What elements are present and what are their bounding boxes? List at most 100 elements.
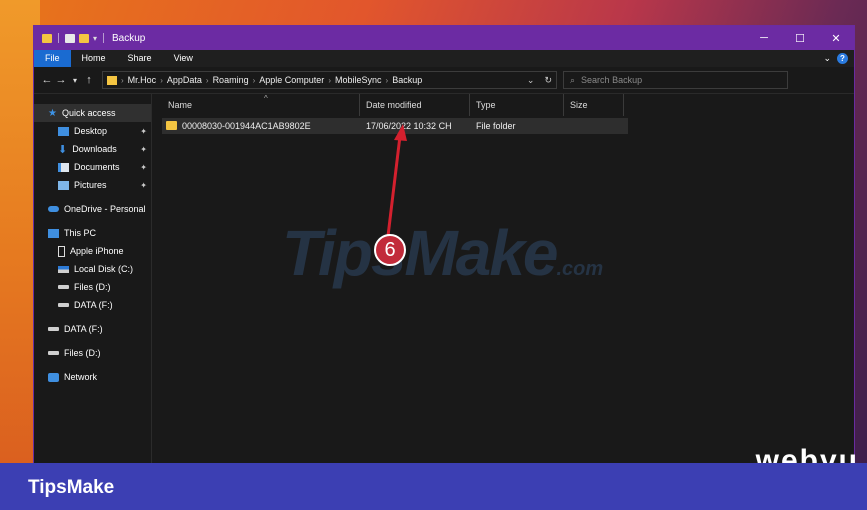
breadcrumb-separator: ›	[160, 75, 163, 85]
search-icon: ⌕	[570, 74, 576, 85]
document-icon	[58, 162, 69, 172]
desktop-icon	[58, 126, 69, 136]
breadcrumb-roaming[interactable]: Roaming	[213, 75, 249, 85]
sidebar-item-pictures[interactable]: Pictures ✦	[34, 176, 151, 194]
up-button[interactable]: ↑	[82, 74, 96, 86]
title-bar: ▾ Backup ─ ☐ ✕	[34, 26, 854, 50]
sidebar-item-label: Pictures	[74, 180, 107, 190]
search-input[interactable]: ⌕ Search Backup	[563, 71, 788, 89]
cloud-icon	[48, 206, 59, 212]
refresh-icon[interactable]: ↻	[544, 75, 552, 86]
pin-icon: ✦	[140, 144, 147, 154]
column-label: Size	[570, 100, 588, 110]
help-icon[interactable]: ?	[837, 53, 848, 64]
drive-icon	[58, 303, 69, 307]
sidebar-item-onedrive[interactable]: OneDrive - Personal	[34, 200, 151, 218]
computer-icon	[48, 228, 59, 238]
pictures-icon	[58, 180, 69, 190]
sidebar-item-downloads[interactable]: ⬇ Downloads ✦	[34, 140, 151, 158]
address-bar[interactable]: › Mr.Hoc › AppData › Roaming › Apple Com…	[102, 71, 557, 89]
breadcrumb-mrhoc[interactable]: Mr.Hoc	[128, 75, 157, 85]
sidebar-item-label: DATA (F:)	[74, 300, 113, 310]
sidebar-item-data-f[interactable]: DATA (F:)	[34, 296, 151, 314]
pin-icon: ✦	[140, 180, 147, 190]
system-drive-icon	[58, 265, 69, 273]
breadcrumb-separator: ›	[205, 75, 209, 85]
window-controls: ─ ☐ ✕	[746, 32, 854, 45]
sidebar-item-local-disk-c[interactable]: Local Disk (C:)	[34, 260, 151, 278]
sidebar-item-label: This PC	[64, 228, 97, 238]
drive-icon	[58, 285, 69, 289]
sidebar-item-label: Documents	[74, 162, 120, 172]
navigation-bar: ← → ▾ ↑ › Mr.Hoc › AppData › Roaming › A…	[34, 67, 854, 94]
sidebar-item-files-d[interactable]: Files (D:)	[34, 278, 151, 296]
annotation-arrow	[386, 124, 407, 237]
sidebar-item-documents[interactable]: Documents ✦	[34, 158, 151, 176]
forward-button[interactable]: →	[54, 74, 68, 86]
breadcrumb-backup[interactable]: Backup	[392, 75, 422, 85]
tab-share[interactable]: Share	[117, 50, 163, 67]
maximize-button[interactable]: ☐	[782, 32, 818, 45]
drive-icon	[48, 327, 59, 331]
sidebar-item-label: OneDrive - Personal	[64, 204, 146, 214]
sidebar-item-data-f-drive[interactable]: DATA (F:)	[34, 320, 151, 338]
sidebar-item-label: Downloads	[72, 144, 117, 154]
star-icon: ★	[48, 107, 57, 119]
sidebar-item-label: Files (D:)	[64, 348, 101, 358]
navigation-pane: ★ Quick access Desktop ✦ ⬇ Downloads ✦ D…	[34, 94, 152, 466]
recent-locations-button[interactable]: ▾	[68, 76, 82, 85]
sidebar-item-network[interactable]: Network	[34, 368, 151, 386]
footer-banner: TipsMake	[0, 463, 867, 510]
sidebar-item-label: Local Disk (C:)	[74, 264, 134, 274]
breadcrumb-separator: ›	[252, 75, 256, 85]
customize-toolbar-icon[interactable]: ▾	[93, 34, 97, 43]
search-placeholder: Search Backup	[581, 75, 643, 85]
file-explorer-window: ▾ Backup ─ ☐ ✕ File Home Share View ⌄ ? …	[33, 25, 855, 467]
column-header-size[interactable]: Size	[564, 94, 624, 116]
back-button[interactable]: ←	[40, 74, 54, 86]
ribbon-tabs: File Home Share View ⌄ ?	[34, 50, 854, 67]
annotation-arrowhead	[394, 124, 407, 141]
toolbar-divider	[58, 33, 59, 43]
breadcrumb-mobilesync[interactable]: MobileSync	[335, 75, 382, 85]
address-dropdown-icon[interactable]: ⌄	[527, 75, 535, 86]
folder-icon	[107, 75, 117, 85]
phone-icon	[58, 245, 65, 257]
minimize-button[interactable]: ─	[746, 32, 782, 45]
folder-icon	[42, 33, 52, 43]
properties-icon[interactable]	[65, 33, 75, 43]
breadcrumb-appdata[interactable]: AppData	[167, 75, 202, 85]
footer-brand: TipsMake	[28, 477, 115, 498]
drive-icon	[48, 351, 59, 355]
download-icon: ⬇	[58, 143, 68, 156]
tab-home[interactable]: Home	[71, 50, 117, 67]
sidebar-item-quick-access[interactable]: ★ Quick access	[34, 104, 151, 122]
breadcrumb-separator: ›	[385, 75, 389, 85]
step-number-badge: 6	[374, 234, 406, 266]
close-button[interactable]: ✕	[818, 32, 854, 45]
sidebar-item-label: Apple iPhone	[70, 246, 124, 256]
sidebar-item-label: Files (D:)	[74, 282, 111, 292]
file-list-pane: Name ^ Date modified Type Size 00008030-…	[152, 94, 854, 466]
sidebar-item-apple-iphone[interactable]: Apple iPhone	[34, 242, 151, 260]
network-icon	[48, 372, 59, 382]
sidebar-item-label: Network	[64, 372, 98, 382]
tab-file[interactable]: File	[34, 50, 71, 67]
breadcrumb-apple-computer[interactable]: Apple Computer	[259, 75, 324, 85]
sidebar-item-files-d-drive[interactable]: Files (D:)	[34, 344, 151, 362]
breadcrumb-separator: ›	[121, 75, 124, 85]
quick-access-toolbar: ▾	[42, 33, 106, 43]
pin-icon: ✦	[140, 126, 147, 136]
annotation-arrow-line	[386, 135, 402, 237]
sidebar-item-desktop[interactable]: Desktop ✦	[34, 122, 151, 140]
new-folder-icon[interactable]	[79, 33, 89, 43]
sidebar-item-this-pc[interactable]: This PC	[34, 224, 151, 242]
tab-view[interactable]: View	[163, 50, 204, 67]
expand-ribbon-icon[interactable]: ⌄	[823, 53, 831, 64]
breadcrumb-separator: ›	[328, 75, 331, 85]
pin-icon: ✦	[140, 162, 147, 172]
sidebar-item-label: Desktop	[74, 126, 108, 136]
sidebar-item-label: DATA (F:)	[64, 324, 103, 334]
sidebar-item-label: Quick access	[61, 108, 116, 118]
toolbar-divider	[103, 33, 105, 43]
